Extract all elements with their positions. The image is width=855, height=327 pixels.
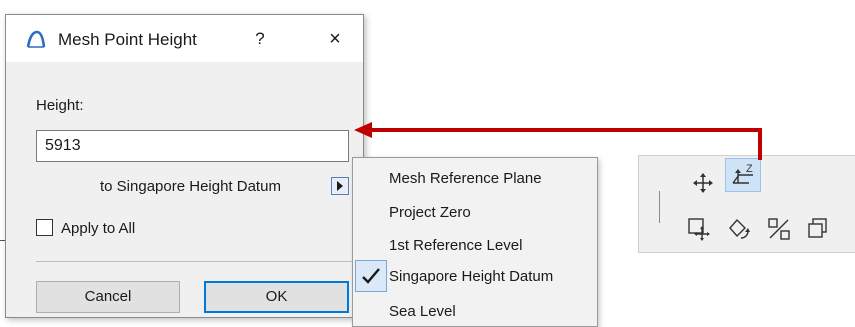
multiply-icon (808, 218, 827, 238)
menu-item-project-zero[interactable]: Project Zero (389, 204, 471, 221)
checkmark-icon (362, 268, 380, 284)
rotate-button[interactable] (720, 212, 756, 246)
selected-indicator (355, 260, 387, 292)
datum-reference-menu: Mesh Reference Plane Project Zero 1st Re… (352, 157, 598, 327)
mirror-icon (768, 218, 790, 240)
mirror-button[interactable] (761, 212, 797, 246)
datum-label: to Singapore Height Datum (100, 178, 281, 195)
menu-item-mesh-reference-plane[interactable]: Mesh Reference Plane (389, 170, 542, 187)
title-bar: Mesh Point Height ? × (6, 15, 363, 62)
move-icon (693, 173, 713, 193)
toolbar-separator (659, 191, 660, 223)
play-right-icon (337, 181, 343, 191)
rotate-icon (729, 218, 750, 239)
help-button[interactable]: ? (248, 27, 272, 51)
mesh-app-icon (26, 29, 46, 49)
apply-to-all-checkbox[interactable] (36, 219, 53, 236)
multiply-button[interactable] (799, 212, 835, 246)
move-button[interactable] (685, 166, 721, 200)
height-label: Height: (36, 97, 84, 114)
menu-item-singapore-height-datum[interactable]: Singapore Height Datum (389, 268, 553, 285)
edit-toolbar: Z (638, 155, 855, 253)
datum-menu-button[interactable] (331, 177, 349, 195)
close-button[interactable]: × (322, 27, 348, 51)
ok-button[interactable]: OK (204, 281, 349, 313)
menu-item-sea-level[interactable]: Sea Level (389, 303, 456, 320)
divider (36, 261, 354, 262)
height-input[interactable] (36, 130, 349, 162)
svg-text:Z: Z (746, 163, 753, 175)
apply-to-all-label[interactable]: Apply to All (61, 220, 135, 237)
drag-copy-button[interactable] (681, 212, 717, 246)
drag-copy-icon (688, 218, 710, 241)
elevate-button[interactable]: Z (725, 158, 761, 192)
cancel-button[interactable]: Cancel (36, 281, 180, 313)
elevate-icon: Z (732, 163, 753, 184)
mesh-point-height-dialog: Mesh Point Height ? × Height: to Singapo… (5, 14, 364, 318)
menu-item-1st-reference-level[interactable]: 1st Reference Level (389, 237, 522, 254)
dialog-title: Mesh Point Height (58, 30, 197, 49)
